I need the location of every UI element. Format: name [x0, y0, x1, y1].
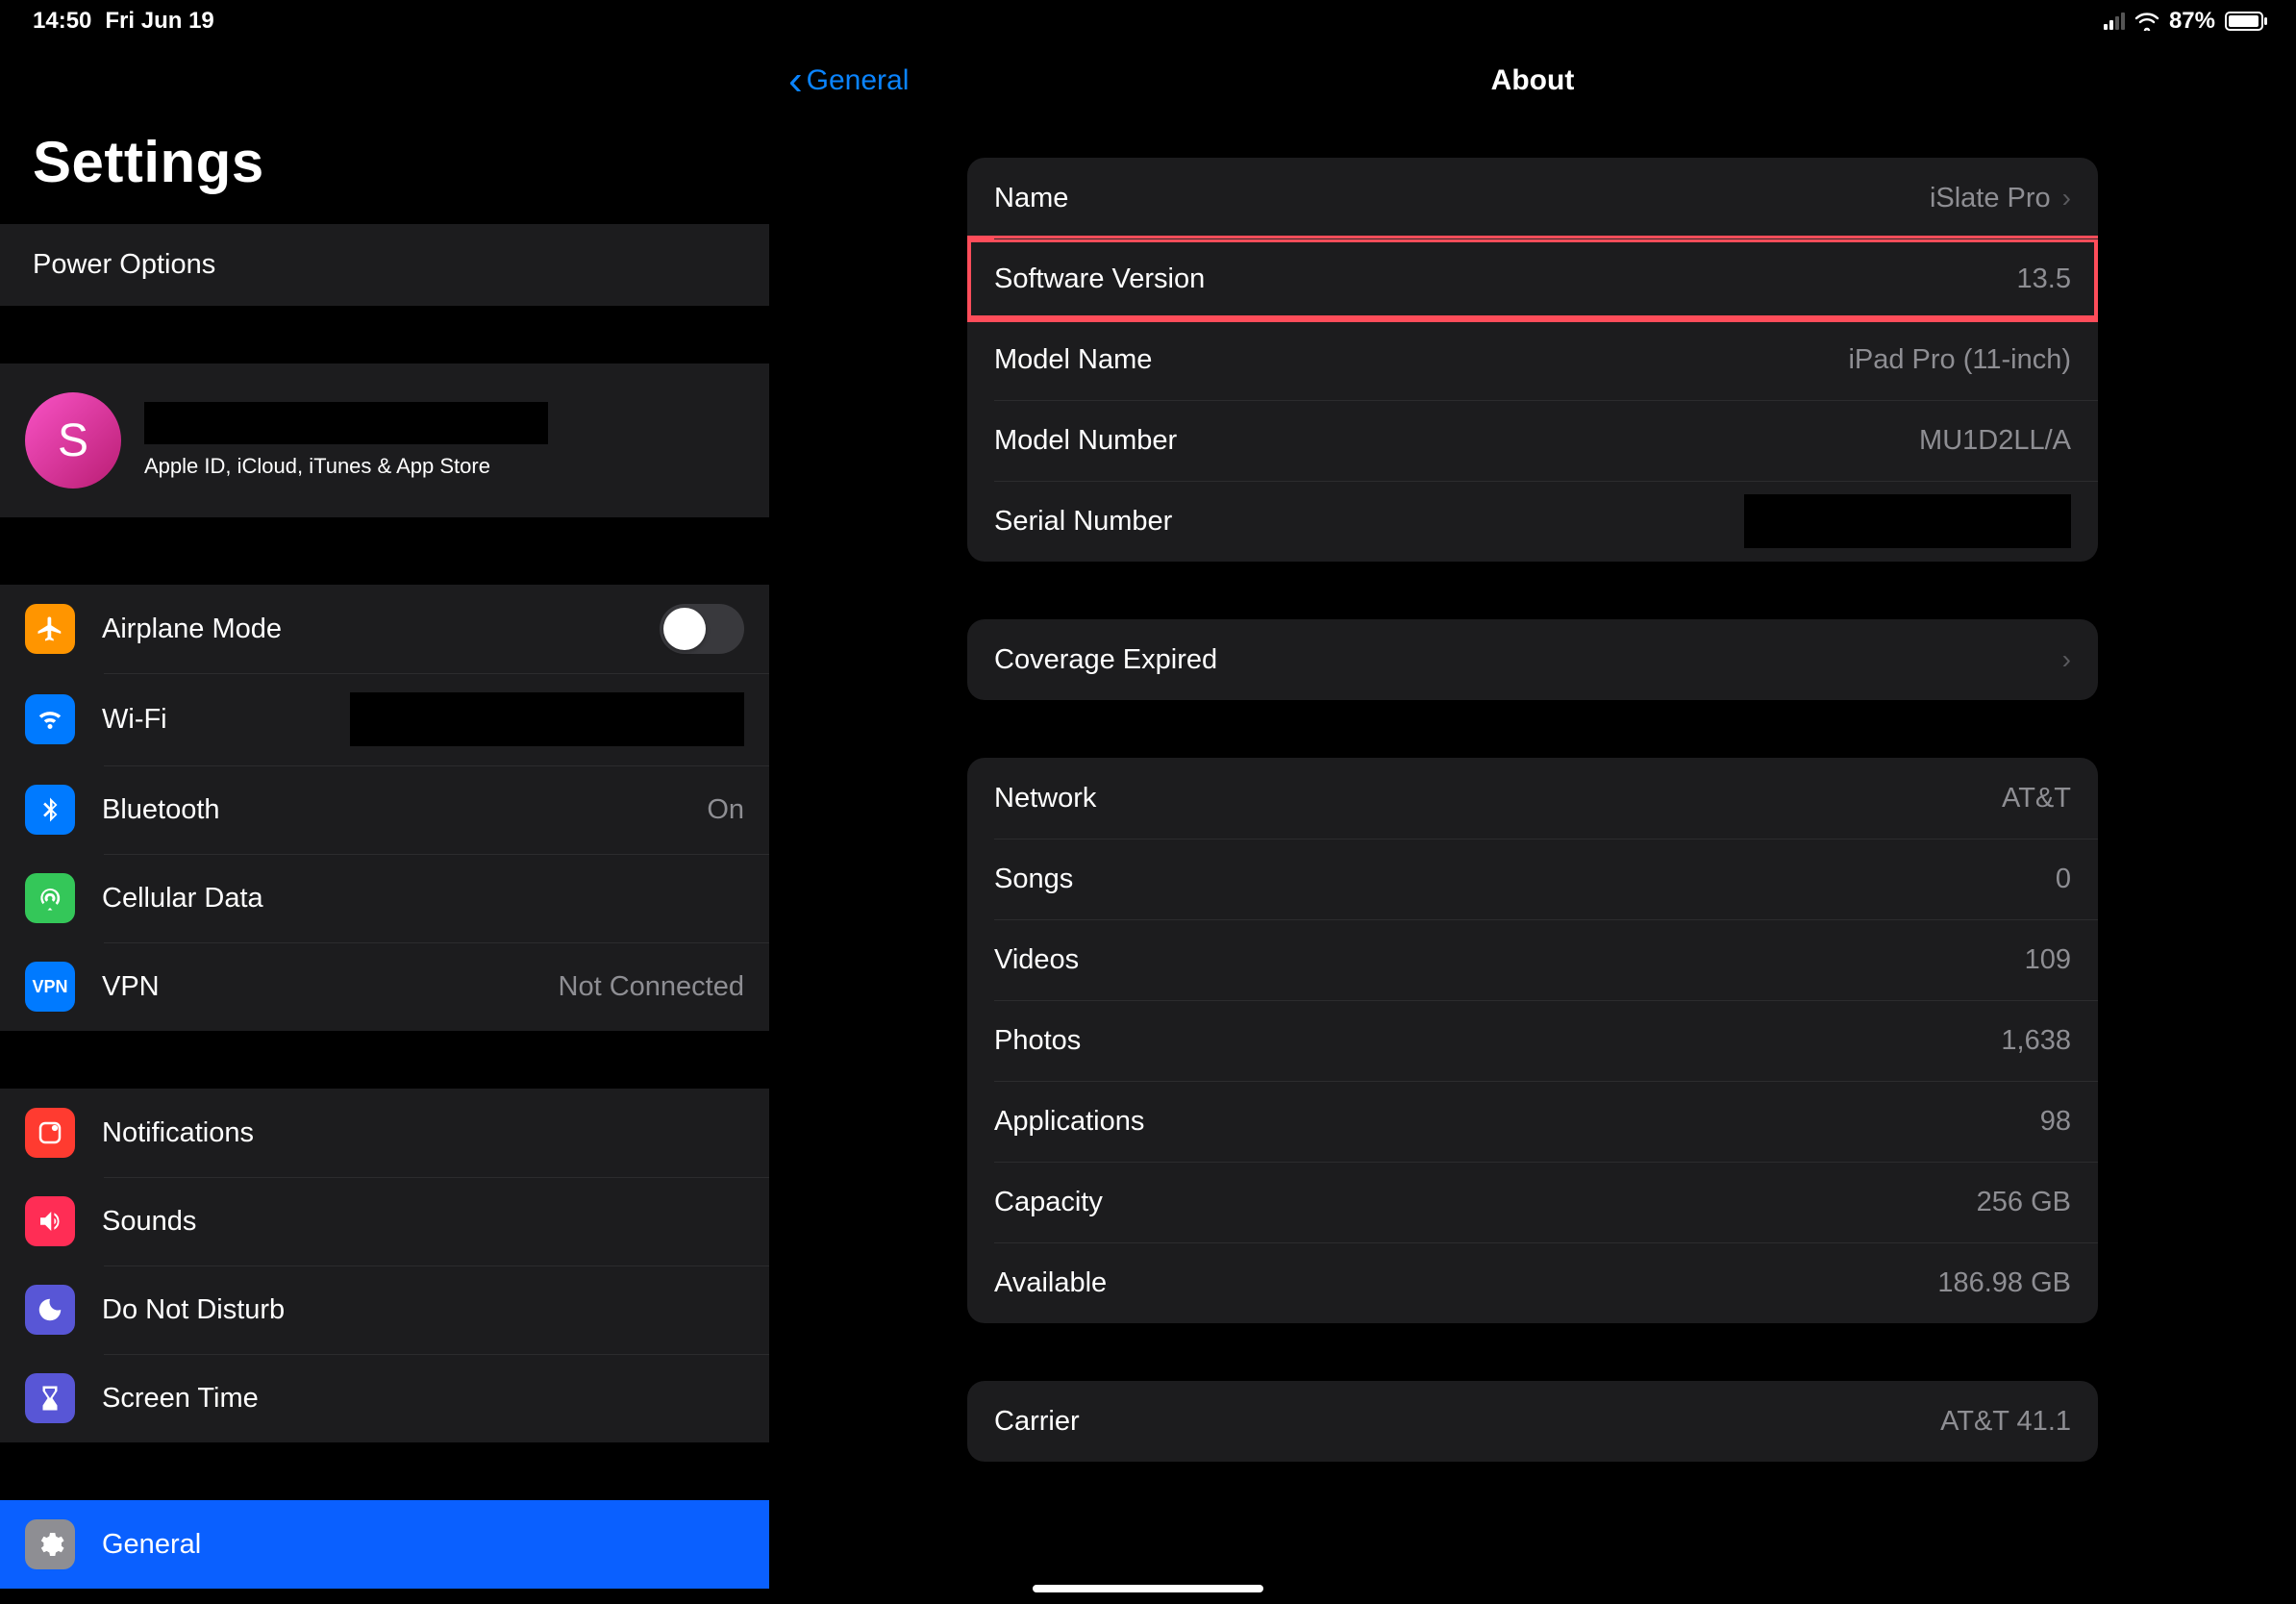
back-label: General — [807, 64, 910, 97]
sidebar-item-notifications[interactable]: Notifications — [0, 1089, 769, 1177]
wifi-icon — [25, 694, 75, 744]
row-model-number[interactable]: Model Number MU1D2LL/A — [967, 400, 2098, 481]
notifications-icon — [25, 1108, 75, 1158]
settings-sidebar: Settings Power Options S Apple ID, iClou… — [0, 0, 769, 1604]
row-songs[interactable]: Songs 0 — [967, 839, 2098, 919]
sidebar-item-wifi[interactable]: Wi-Fi — [0, 673, 769, 765]
about-group-stats: Network AT&T Songs 0 Videos 109 Photos 1… — [967, 758, 2098, 1323]
detail-nav: ‹ General About — [769, 42, 2296, 119]
row-network[interactable]: Network AT&T — [967, 758, 2098, 839]
sidebar-item-label: Bluetooth — [102, 794, 707, 826]
battery-percent: 87% — [2169, 8, 2215, 35]
sidebar-item-label: VPN — [102, 971, 559, 1003]
power-options-row[interactable]: Power Options — [0, 224, 769, 306]
back-button[interactable]: ‹ General — [788, 64, 909, 97]
sidebar-item-label: Airplane Mode — [102, 614, 660, 645]
sidebar-item-label: Sounds — [102, 1206, 744, 1238]
settings-title: Settings — [0, 42, 769, 224]
status-date: Fri Jun 19 — [105, 8, 213, 35]
power-options-label: Power Options — [33, 249, 215, 280]
chevron-right-icon: › — [2062, 644, 2071, 675]
sidebar-item-screentime[interactable]: Screen Time — [0, 1354, 769, 1442]
row-capacity[interactable]: Capacity 256 GB — [967, 1162, 2098, 1242]
detail-title: About — [1491, 64, 1575, 97]
vpn-icon: VPN — [25, 962, 75, 1012]
hourglass-icon — [25, 1373, 75, 1423]
chevron-left-icon: ‹ — [788, 68, 803, 93]
row-coverage[interactable]: Coverage Expired › — [967, 619, 2098, 700]
sidebar-item-label: Screen Time — [102, 1383, 744, 1415]
sidebar-item-label: Notifications — [102, 1117, 744, 1149]
moon-icon — [25, 1285, 75, 1335]
sidebar-item-sounds[interactable]: Sounds — [0, 1177, 769, 1266]
wifi-value-redacted — [350, 692, 744, 746]
sidebar-item-cellular[interactable]: Cellular Data — [0, 854, 769, 942]
row-serial-number[interactable]: Serial Number — [967, 481, 2098, 562]
row-videos[interactable]: Videos 109 — [967, 919, 2098, 1000]
sidebar-item-label: Cellular Data — [102, 883, 744, 915]
status-bar: 14:50 Fri Jun 19 87% — [0, 0, 2296, 42]
about-group-device: Name iSlate Pro› Software Version 13.5 M… — [967, 158, 2098, 562]
bluetooth-value: On — [707, 794, 744, 826]
row-available[interactable]: Available 186.98 GB — [967, 1242, 2098, 1323]
apple-id-row[interactable]: S Apple ID, iCloud, iTunes & App Store — [0, 363, 769, 517]
chevron-right-icon: › — [2062, 183, 2071, 213]
row-name[interactable]: Name iSlate Pro› — [967, 158, 2098, 238]
row-carrier[interactable]: Carrier AT&T 41.1 — [967, 1381, 2098, 1462]
gear-icon — [25, 1519, 75, 1569]
bluetooth-icon — [25, 785, 75, 835]
home-indicator[interactable] — [1033, 1585, 1263, 1592]
speaker-icon — [25, 1196, 75, 1246]
serial-redacted — [1744, 494, 2071, 548]
sidebar-item-dnd[interactable]: Do Not Disturb — [0, 1266, 769, 1354]
airplane-toggle[interactable] — [660, 604, 744, 654]
sidebar-item-airplane[interactable]: Airplane Mode — [0, 585, 769, 673]
status-time: 14:50 — [33, 8, 91, 35]
row-applications[interactable]: Applications 98 — [967, 1081, 2098, 1162]
cellular-signal-icon — [2104, 13, 2125, 30]
sidebar-item-label: Do Not Disturb — [102, 1294, 744, 1326]
row-photos[interactable]: Photos 1,638 — [967, 1000, 2098, 1081]
about-group-coverage: Coverage Expired › — [967, 619, 2098, 700]
wifi-icon — [2134, 12, 2159, 31]
antenna-icon — [25, 873, 75, 923]
sidebar-item-general[interactable]: General — [0, 1500, 769, 1589]
about-group-carrier: Carrier AT&T 41.1 — [967, 1381, 2098, 1462]
detail-pane: ‹ General About Name iSlate Pro› Softwar… — [769, 0, 2296, 1604]
airplane-icon — [25, 604, 75, 654]
sidebar-item-label: Wi-Fi — [102, 704, 350, 736]
sidebar-item-bluetooth[interactable]: Bluetooth On — [0, 765, 769, 854]
avatar: S — [25, 392, 121, 489]
sidebar-item-label: General — [102, 1529, 744, 1561]
vpn-value: Not Connected — [559, 971, 744, 1003]
battery-icon — [2225, 12, 2263, 31]
row-software-version[interactable]: Software Version 13.5 — [967, 238, 2098, 319]
apple-id-subtitle: Apple ID, iCloud, iTunes & App Store — [144, 454, 548, 479]
row-model-name[interactable]: Model Name iPad Pro (11-inch) — [967, 319, 2098, 400]
apple-id-name-redacted — [144, 402, 548, 444]
sidebar-item-vpn[interactable]: VPN VPN Not Connected — [0, 942, 769, 1031]
